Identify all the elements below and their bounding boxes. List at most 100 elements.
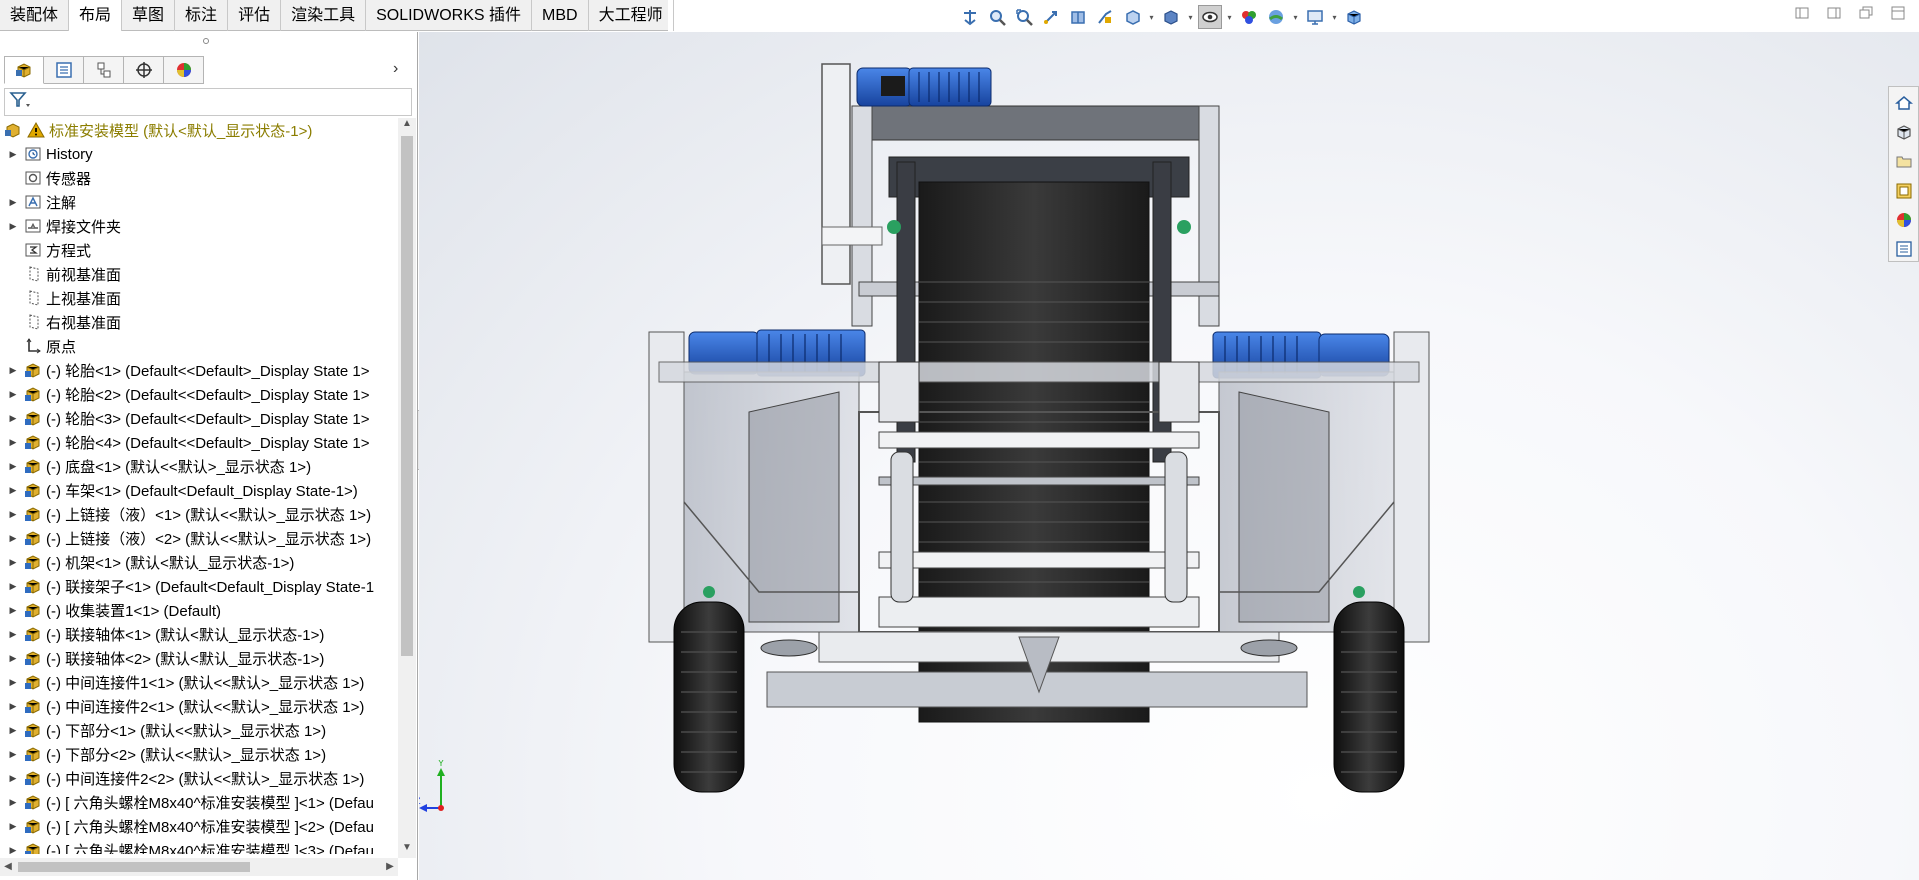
view-settings-icon[interactable] bbox=[1303, 5, 1327, 29]
tree-item[interactable]: ▶ (-) 上链接（液）<2> (默认<<默认>_显示状态 1>) bbox=[0, 526, 398, 550]
hide-show-icon[interactable] bbox=[1198, 5, 1222, 29]
expand-arrow-icon[interactable]: ▶ bbox=[6, 653, 20, 664]
tree-item[interactable]: ▶原点 bbox=[0, 334, 398, 358]
splitter-handle[interactable] bbox=[203, 38, 209, 44]
tab-assembly[interactable]: 装配体 bbox=[0, 0, 70, 31]
tree-item[interactable]: ▶ (-) 轮胎<4> (Default<<Default>_Display St… bbox=[0, 430, 398, 454]
expand-arrow-icon[interactable]: ▶ bbox=[6, 725, 20, 736]
configurationmanager-tab-icon[interactable] bbox=[84, 56, 124, 84]
scroll-right-icon[interactable]: ▶ bbox=[382, 858, 398, 876]
tree-item[interactable]: ▶前视基准面 bbox=[0, 262, 398, 286]
expand-arrow-icon[interactable]: ▶ bbox=[6, 629, 20, 640]
expand-arrow-icon[interactable]: ▶ bbox=[6, 221, 20, 232]
tree-item[interactable]: ▶ (-) 中间连接件2<1> (默认<<默认>_显示状态 1>) bbox=[0, 694, 398, 718]
section-view-icon[interactable] bbox=[1066, 5, 1090, 29]
expand-arrow-icon[interactable]: ▶ bbox=[6, 485, 20, 496]
expand-arrow-icon[interactable]: ▶ bbox=[6, 149, 20, 160]
scroll-thumb[interactable] bbox=[401, 136, 413, 656]
edit-appearance-icon[interactable] bbox=[1237, 5, 1261, 29]
tree-item[interactable]: ▶ (-) 联接架子<1> (Default<Default_Display St… bbox=[0, 574, 398, 598]
previous-view-icon[interactable] bbox=[1039, 5, 1063, 29]
tree-item[interactable]: ▶ (-) [ 六角头螺栓M8x40^标准安装模型 ]<1> (Defau bbox=[0, 790, 398, 814]
tree-item[interactable]: ▶ (-) 收集装置1<1> (Default) bbox=[0, 598, 398, 622]
zoom-to-fit-icon[interactable] bbox=[985, 5, 1009, 29]
scroll-down-icon[interactable]: ▼ bbox=[398, 842, 416, 858]
restore-window-icon[interactable] bbox=[1857, 4, 1875, 22]
expand-arrow-icon[interactable]: ▶ bbox=[6, 581, 20, 592]
expand-arrow-icon[interactable]: ▶ bbox=[6, 797, 20, 808]
expand-arrow-icon[interactable]: ▶ bbox=[6, 509, 20, 520]
expand-arrow-icon[interactable]: ▶ bbox=[6, 413, 20, 424]
expand-arrow-icon[interactable]: ▶ bbox=[6, 605, 20, 616]
tile-window-icon[interactable] bbox=[1889, 4, 1907, 22]
expand-arrow-icon[interactable]: ▶ bbox=[6, 677, 20, 688]
file-explorer-icon[interactable] bbox=[1892, 150, 1916, 173]
view-palette-icon[interactable] bbox=[1892, 179, 1916, 202]
tree-item[interactable]: ▶ (-) 上链接（液）<1> (默认<<默认>_显示状态 1>) bbox=[0, 502, 398, 526]
apply-scene-icon[interactable] bbox=[1264, 5, 1288, 29]
expand-arrow-icon[interactable]: ▶ bbox=[6, 197, 20, 208]
tree-item[interactable]: ▶ (-) 轮胎<3> (Default<<Default>_Display St… bbox=[0, 406, 398, 430]
tree-item[interactable]: ▶上视基准面 bbox=[0, 286, 398, 310]
tab-solidworks-addins[interactable]: SOLIDWORKS 插件 bbox=[366, 0, 533, 31]
design-library-icon[interactable] bbox=[1892, 120, 1916, 143]
expand-arrow-icon[interactable]: ▶ bbox=[6, 821, 20, 832]
chevron-right-icon[interactable]: › bbox=[393, 60, 409, 80]
tab-markup[interactable]: 标注 bbox=[175, 0, 229, 31]
feature-tree-filter[interactable] bbox=[4, 88, 412, 116]
tree-item[interactable]: ▶ History bbox=[0, 142, 398, 166]
tab-evaluate[interactable]: 评估 bbox=[228, 0, 282, 31]
tree-item[interactable]: ▶ (-) 轮胎<2> (Default<<Default>_Display St… bbox=[0, 382, 398, 406]
tree-item[interactable]: ▶ (-) 底盘<1> (默认<<默认>_显示状态 1>) bbox=[0, 454, 398, 478]
expand-arrow-icon[interactable]: ▶ bbox=[6, 461, 20, 472]
scroll-thumb-horizontal[interactable] bbox=[18, 862, 250, 872]
tree-item[interactable]: ▶ (-) 机架<1> (默认<默认_显示状态-1>) bbox=[0, 550, 398, 574]
featuremanager-tab-icon[interactable] bbox=[4, 56, 44, 84]
tree-item[interactable]: ▶ (-) 联接轴体<1> (默认<默认_显示状态-1>) bbox=[0, 622, 398, 646]
vertical-scrollbar[interactable]: ▲ ▼ bbox=[398, 118, 416, 858]
expand-arrow-icon[interactable]: ▶ bbox=[6, 437, 20, 448]
graphics-area[interactable]: Y Z bbox=[419, 32, 1919, 880]
tree-item[interactable]: ▶ (-) 车架<1> (Default<Default_Display Stat… bbox=[0, 478, 398, 502]
horizontal-scrollbar[interactable]: ◀ ▶ bbox=[0, 858, 398, 876]
tree-item[interactable]: ▶右视基准面 bbox=[0, 310, 398, 334]
chevron-down-icon[interactable]: ▾ bbox=[1186, 5, 1195, 29]
tab-sketch[interactable]: 草图 bbox=[122, 0, 176, 31]
expand-arrow-icon[interactable]: ▶ bbox=[6, 365, 20, 376]
tab-big-engineer[interactable]: 大工程师 bbox=[589, 0, 674, 31]
tree-item[interactable]: ▶ (-) 下部分<1> (默认<<默认>_显示状态 1>) bbox=[0, 718, 398, 742]
home-icon[interactable] bbox=[1892, 91, 1916, 114]
tab-mbd[interactable]: MBD bbox=[532, 0, 589, 31]
tree-root-assembly[interactable]: 标准安装模型 (默认<默认_显示状态-1>) bbox=[0, 118, 398, 142]
expand-arrow-icon[interactable]: ▶ bbox=[6, 845, 20, 855]
appearances-icon[interactable] bbox=[1892, 208, 1916, 231]
tree-item[interactable]: ▶ (-) 联接轴体<2> (默认<默认_显示状态-1>) bbox=[0, 646, 398, 670]
tab-layout[interactable]: 布局 bbox=[69, 0, 123, 31]
chevron-down-icon[interactable]: ▾ bbox=[1291, 5, 1300, 29]
expand-arrow-icon[interactable]: ▶ bbox=[6, 533, 20, 544]
expand-arrow-icon[interactable]: ▶ bbox=[6, 749, 20, 760]
tree-item[interactable]: ▶ (-) [ 六角头螺栓M8x40^标准安装模型 ]<2> (Defau bbox=[0, 814, 398, 838]
expand-arrow-icon[interactable]: ▶ bbox=[6, 701, 20, 712]
chevron-down-icon[interactable]: ▾ bbox=[1225, 5, 1234, 29]
tree-item[interactable]: ▶传感器 bbox=[0, 166, 398, 190]
dynamic-annotation-icon[interactable] bbox=[1093, 5, 1117, 29]
assembly-model-render[interactable] bbox=[419, 32, 1919, 880]
propertymanager-tab-icon[interactable] bbox=[44, 56, 84, 84]
tree-item[interactable]: ▶ (-) [ 六角头螺栓M8x40^标准安装模型 ]<3> (Defau bbox=[0, 838, 398, 854]
expand-arrow-icon[interactable]: ▶ bbox=[6, 773, 20, 784]
tree-item[interactable]: ▶ (-) 中间连接件2<2> (默认<<默认>_显示状态 1>) bbox=[0, 766, 398, 790]
chevron-down-icon[interactable]: ▾ bbox=[1147, 5, 1156, 29]
chevron-down-icon[interactable]: ▾ bbox=[1330, 5, 1339, 29]
tree-item[interactable]: ▶ 焊接文件夹 bbox=[0, 214, 398, 238]
tree-item[interactable]: ▶ (-) 中间连接件1<1> (默认<<默认>_显示状态 1>) bbox=[0, 670, 398, 694]
expand-arrow-icon[interactable]: ▶ bbox=[6, 389, 20, 400]
scroll-left-icon[interactable]: ◀ bbox=[0, 858, 16, 876]
scroll-up-icon[interactable]: ▲ bbox=[398, 118, 416, 134]
custom-properties-icon[interactable] bbox=[1892, 238, 1916, 261]
tree-item[interactable]: ▶方程式 bbox=[0, 238, 398, 262]
panel-right-icon[interactable] bbox=[1825, 4, 1843, 22]
zoom-area-icon[interactable] bbox=[1012, 5, 1036, 29]
tree-item[interactable]: ▶ 注解 bbox=[0, 190, 398, 214]
displaymanager-tab-icon[interactable] bbox=[164, 56, 204, 84]
